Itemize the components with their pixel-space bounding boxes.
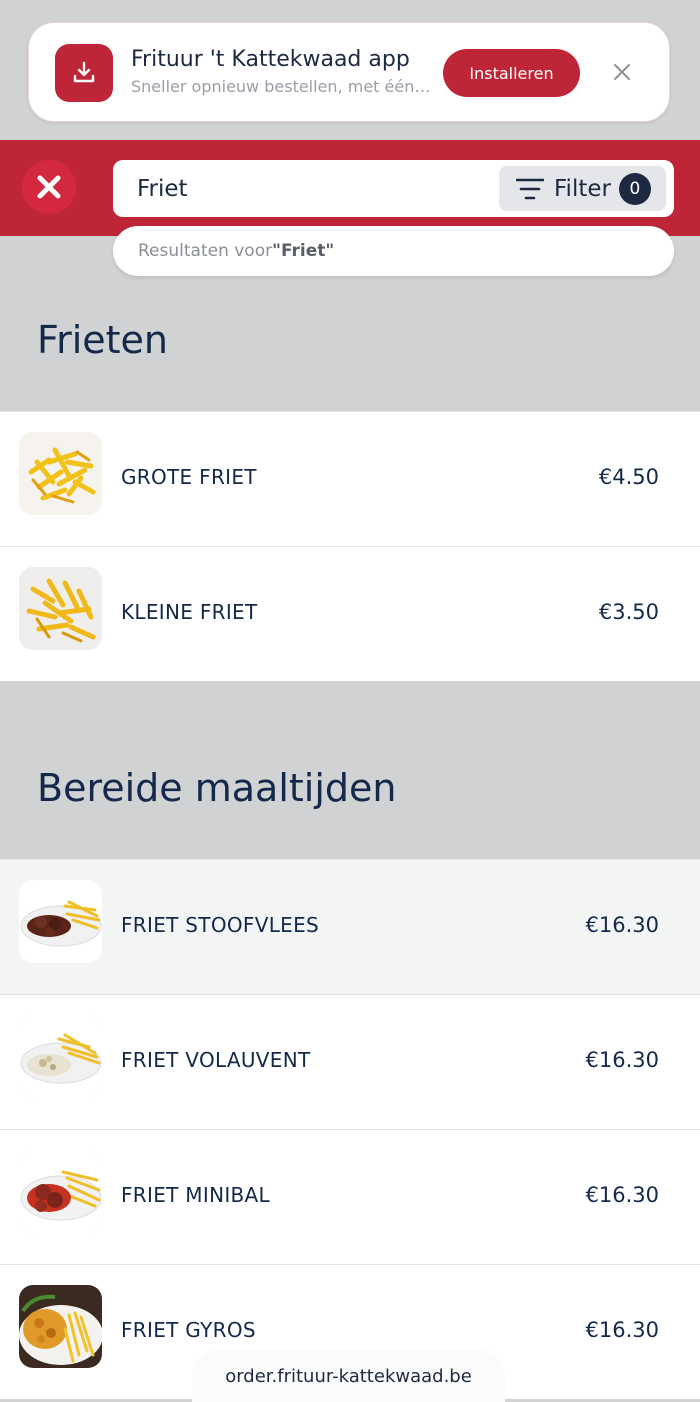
fries-image bbox=[19, 432, 102, 515]
results-query: "Friet" bbox=[272, 241, 335, 261]
close-icon bbox=[37, 175, 61, 199]
volauvent-plate-image bbox=[19, 1015, 102, 1098]
product-name: FRIET STOOFVLEES bbox=[121, 913, 320, 937]
product-name: KLEINE FRIET bbox=[121, 600, 258, 624]
search-box: Filter 0 bbox=[113, 160, 674, 217]
filter-label: Filter bbox=[554, 175, 611, 202]
section-title: Bereide maaltijden bbox=[37, 766, 397, 810]
search-header: Filter 0 bbox=[0, 140, 700, 236]
product-row[interactable]: GROTE FRIET €4.50 bbox=[0, 411, 700, 546]
product-price: €16.30 bbox=[585, 1318, 659, 1342]
filter-icon bbox=[516, 178, 544, 199]
product-price: €3.50 bbox=[598, 600, 659, 624]
filter-button[interactable]: Filter 0 bbox=[499, 166, 666, 211]
product-row[interactable]: FRIET VOLAUVENT €16.30 bbox=[0, 994, 700, 1129]
product-row[interactable]: FRIET MINIBAL €16.30 bbox=[0, 1129, 700, 1264]
product-price: €16.30 bbox=[585, 1048, 659, 1072]
banner-subtitle: Sneller opnieuw bestellen, met één klik bbox=[131, 77, 431, 96]
product-price: €4.50 bbox=[598, 465, 659, 489]
product-price: €16.30 bbox=[585, 913, 659, 937]
results-prefix: Resultaten voor bbox=[138, 241, 273, 261]
product-name: GROTE FRIET bbox=[121, 465, 257, 489]
install-banner: Frituur 't Kattekwaad app Sneller opnieu… bbox=[28, 22, 670, 122]
install-button[interactable]: Installeren bbox=[443, 49, 580, 97]
product-name: FRIET GYROS bbox=[121, 1318, 256, 1342]
product-price: €16.30 bbox=[585, 1183, 659, 1207]
banner-title: Frituur 't Kattekwaad app bbox=[131, 47, 410, 72]
fries-image bbox=[19, 567, 102, 650]
product-name: FRIET MINIBAL bbox=[121, 1183, 270, 1207]
close-search-button[interactable] bbox=[22, 160, 76, 214]
meatballs-plate-image bbox=[19, 1150, 102, 1233]
section-list: GROTE FRIET €4.50 KLEINE FRIET €3.50 bbox=[0, 411, 700, 681]
download-icon bbox=[55, 44, 113, 102]
browser-url-bar[interactable]: order.frituur-kattekwaad.be bbox=[192, 1350, 505, 1402]
close-icon[interactable] bbox=[609, 59, 635, 85]
section-title: Frieten bbox=[37, 318, 169, 362]
section-list: FRIET STOOFVLEES €16.30 FRIET VOLAUVENT … bbox=[0, 859, 700, 1399]
gyros-plate-image bbox=[19, 1285, 102, 1368]
product-row[interactable]: FRIET STOOFVLEES €16.30 bbox=[0, 859, 700, 994]
product-name: FRIET VOLAUVENT bbox=[121, 1048, 311, 1072]
product-row[interactable]: KLEINE FRIET €3.50 bbox=[0, 546, 700, 681]
stew-plate-image bbox=[19, 880, 102, 963]
results-label: Resultaten voor "Friet" bbox=[113, 226, 674, 276]
search-input[interactable] bbox=[137, 170, 477, 207]
filter-count-badge: 0 bbox=[618, 172, 651, 205]
